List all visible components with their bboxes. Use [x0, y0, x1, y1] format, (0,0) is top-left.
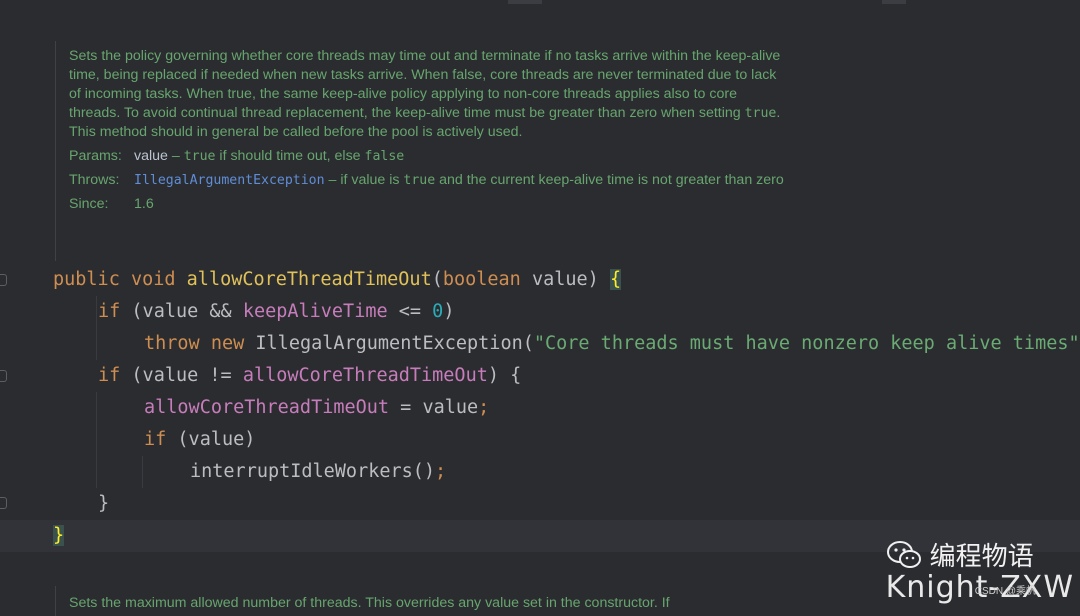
code-line[interactable]: allowCoreThreadTimeOut = value;	[0, 392, 1080, 424]
javadoc-description: Sets the policy governing whether core t…	[69, 48, 781, 140]
wechat-icon	[886, 540, 921, 568]
exception-link[interactable]: IllegalArgumentException	[134, 173, 325, 188]
code-line[interactable]: if (value)	[0, 424, 1080, 456]
code-line[interactable]: if (value != allowCoreThreadTimeOut) {	[0, 360, 1080, 392]
javadoc-params: Params: value – true if should time out,…	[69, 148, 405, 164]
code-line[interactable]: }	[0, 488, 1080, 520]
tab-indicator[interactable]	[508, 0, 542, 4]
javadoc-throws: Throws: IllegalArgumentException – if va…	[69, 172, 784, 188]
code-line[interactable]: interruptIdleWorkers();	[0, 456, 1080, 488]
code-line[interactable]: public void allowCoreThreadTimeOut(boole…	[0, 264, 1080, 296]
code-line[interactable]: if (value && keepAliveTime <= 0)	[0, 296, 1080, 328]
rendered-javadoc: Sets the policy governing whether core t…	[55, 41, 789, 261]
editor-top-bar	[0, 0, 1080, 6]
code-line[interactable]: throw new IllegalArgumentException("Core…	[0, 328, 1080, 360]
tab-indicator[interactable]	[882, 0, 906, 4]
rendered-javadoc: Sets the maximum allowed number of threa…	[55, 586, 789, 616]
javadoc-since: Since: 1.6	[69, 196, 154, 212]
watermark-credit: CSDN @乘帆	[974, 586, 1036, 597]
watermark-title: 编程物语	[929, 542, 1034, 572]
